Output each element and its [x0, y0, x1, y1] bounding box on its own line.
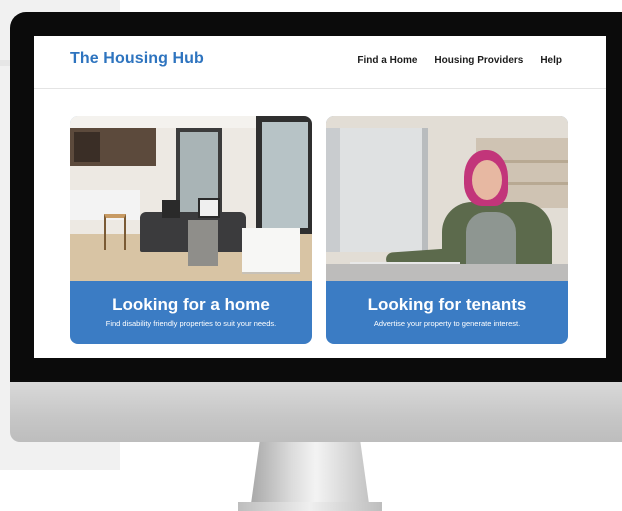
site-header: The Housing Hub Find a Home Housing Prov…	[34, 36, 606, 89]
monitor-stand	[250, 442, 370, 511]
cards-row: Looking for a home Find disability frien…	[70, 116, 568, 344]
office-photo	[326, 116, 568, 281]
monitor-stand-base	[238, 502, 382, 511]
main-nav: Find a Home Housing Providers Help	[357, 55, 562, 66]
card-looking-for-home[interactable]: Looking for a home Find disability frien…	[70, 116, 312, 344]
nav-find-a-home[interactable]: Find a Home	[357, 55, 417, 66]
card-subtitle: Advertise your property to generate inte…	[373, 319, 521, 328]
card-title: Looking for a home	[112, 295, 270, 314]
living-room-photo	[70, 116, 312, 281]
monitor-screen: The Housing Hub Find a Home Housing Prov…	[34, 36, 606, 358]
nav-help[interactable]: Help	[540, 55, 562, 66]
card-title: Looking for tenants	[367, 295, 527, 314]
card-subtitle: Find disability friendly properties to s…	[105, 319, 277, 328]
nav-housing-providers[interactable]: Housing Providers	[434, 55, 523, 66]
card-looking-for-tenants[interactable]: Looking for tenants Advertise your prope…	[326, 116, 568, 344]
site-logo[interactable]: The Housing Hub	[70, 50, 204, 68]
card-caption: Looking for tenants Advertise your prope…	[326, 281, 568, 344]
card-caption: Looking for a home Find disability frien…	[70, 281, 312, 344]
monitor-chin	[10, 382, 622, 442]
